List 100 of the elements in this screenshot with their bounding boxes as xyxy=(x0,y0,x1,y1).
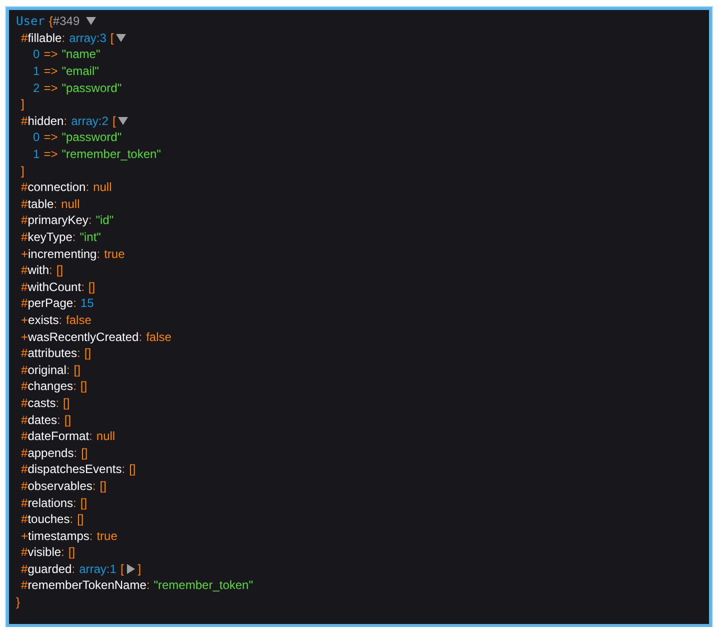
property-modifier: # xyxy=(21,478,28,493)
bracket: [ xyxy=(110,30,114,45)
property-name: touches xyxy=(28,512,70,526)
property-name: rememberTokenName xyxy=(28,578,146,592)
property-modifier: # xyxy=(21,196,28,211)
property-value: [] xyxy=(88,280,96,294)
property-modifier: # xyxy=(21,512,28,526)
separator: : xyxy=(89,429,92,444)
property-value: [] xyxy=(129,462,136,476)
separator: : xyxy=(73,296,76,310)
property-name: keyType xyxy=(28,230,72,244)
separator: : xyxy=(54,196,58,211)
property-modifier: + xyxy=(21,312,28,327)
property-modifier: # xyxy=(21,230,28,244)
arrow: => xyxy=(44,80,58,95)
property-name: dates xyxy=(28,412,58,427)
separator: : xyxy=(96,246,100,261)
collapse-toggle-icon[interactable] xyxy=(118,116,128,126)
property-modifier: # xyxy=(21,30,28,45)
separator: : xyxy=(49,263,52,278)
property-name: casts xyxy=(28,396,56,410)
property-value: null xyxy=(96,429,116,444)
property-name: exists xyxy=(28,312,59,327)
separator: : xyxy=(86,180,90,194)
array-index: 2 xyxy=(33,80,40,95)
property-value: [] xyxy=(68,545,76,560)
property-value: true xyxy=(96,528,118,543)
separator: : xyxy=(122,462,126,476)
property-value: true xyxy=(104,246,125,261)
property-modifier: # xyxy=(21,578,28,592)
property-modifier: # xyxy=(21,496,28,510)
bracket: ] xyxy=(138,562,142,576)
property-name: original xyxy=(28,362,66,377)
property-name: table xyxy=(28,196,54,211)
property-name: wasRecentlyCreated xyxy=(28,330,139,344)
bracket: [ xyxy=(112,114,116,128)
separator: : xyxy=(73,379,76,394)
property-modifier: # xyxy=(21,545,28,560)
arrow: => xyxy=(44,64,58,78)
property-value: [] xyxy=(63,396,70,410)
separator: : xyxy=(56,396,60,410)
separator: : xyxy=(77,346,80,360)
separator: : xyxy=(61,545,64,560)
property-modifier: # xyxy=(21,114,28,128)
string-value: "email" xyxy=(62,64,99,78)
string-value: "remember_token" xyxy=(62,147,161,162)
property-value: null xyxy=(61,196,80,211)
property-name: attributes xyxy=(28,346,78,360)
separator: : xyxy=(146,578,150,592)
string-value: "password" xyxy=(62,80,122,95)
string-value: "name" xyxy=(62,47,100,62)
property-name: hidden xyxy=(28,114,64,128)
array-index: 1 xyxy=(33,147,40,162)
separator: : xyxy=(74,446,78,460)
property-name: withCount xyxy=(28,280,82,294)
property-name: with xyxy=(28,263,50,278)
property-modifier: # xyxy=(21,362,28,377)
separator: : xyxy=(62,30,66,45)
property-modifier: # xyxy=(21,296,28,310)
property-value: [] xyxy=(100,478,106,493)
property-name: primaryKey xyxy=(28,213,88,228)
separator: : xyxy=(66,362,70,377)
property-modifier: # xyxy=(21,462,28,476)
property-name: connection xyxy=(28,180,86,194)
property-name: changes xyxy=(28,379,74,394)
brace: } xyxy=(16,595,20,610)
property-name: dispatchesEvents xyxy=(28,462,122,476)
property-value: false xyxy=(146,330,172,344)
array-index: 0 xyxy=(33,130,40,144)
property-name: timestamps xyxy=(28,528,90,543)
property-value: "remember_token" xyxy=(154,578,253,592)
array-type: array:3 xyxy=(69,30,106,45)
property-value: [] xyxy=(56,263,64,278)
array-index: 1 xyxy=(33,64,40,78)
property-modifier: # xyxy=(21,263,28,278)
separator: : xyxy=(72,230,76,244)
separator: : xyxy=(89,528,93,543)
bracket: ] xyxy=(21,97,24,112)
property-modifier: # xyxy=(21,562,28,576)
property-value: [] xyxy=(64,412,72,427)
separator: : xyxy=(64,114,68,128)
string-value: "password" xyxy=(62,130,122,144)
property-modifier: # xyxy=(21,379,28,394)
object-id: #349 xyxy=(52,14,80,28)
brace: { xyxy=(48,14,53,28)
collapse-toggle-icon[interactable] xyxy=(86,16,96,26)
bracket: ] xyxy=(21,164,24,178)
property-value: 15 xyxy=(80,296,94,310)
property-modifier: + xyxy=(21,330,28,344)
property-value: [] xyxy=(74,362,80,377)
separator: : xyxy=(57,412,60,427)
property-modifier: # xyxy=(21,429,28,444)
array-type: array:1 xyxy=(79,562,116,576)
separator: : xyxy=(72,562,76,576)
expand-toggle-icon[interactable] xyxy=(126,564,136,574)
arrow: => xyxy=(44,130,58,144)
property-name: incrementing xyxy=(28,246,97,261)
property-modifier: # xyxy=(21,213,28,228)
property-name: fillable xyxy=(28,30,62,45)
collapse-toggle-icon[interactable] xyxy=(116,32,126,43)
